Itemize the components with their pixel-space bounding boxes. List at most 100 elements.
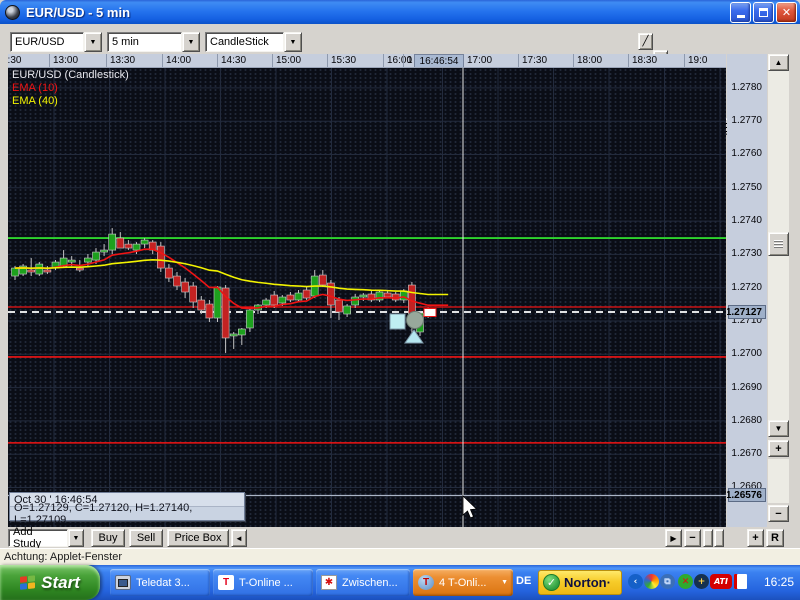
scroll-down-button[interactable]: ▼ [768, 420, 789, 437]
price-box-label: Price Box [174, 532, 222, 544]
candle-down [173, 275, 181, 287]
maximize-button[interactable] [753, 1, 774, 23]
spacer-button-2[interactable] [714, 529, 724, 547]
symbol-value: EUR/USD [10, 32, 84, 52]
time-tick-separator [628, 54, 629, 67]
buy-button[interactable]: Buy [91, 529, 125, 547]
candle-up [35, 263, 44, 275]
grip-icon [774, 240, 783, 242]
vertical-scrollbar-track[interactable] [768, 71, 789, 420]
ati-icon[interactable]: ATI [710, 574, 732, 589]
norton-label: Norton· [564, 575, 611, 590]
reset-view-button[interactable]: R [766, 529, 784, 547]
symbol-combo[interactable]: EUR/USD ▼ [10, 32, 102, 52]
network-icon[interactable]: ⧉ [660, 574, 675, 589]
task-button-tonline[interactable]: T T-Online ... [213, 569, 313, 596]
candle-down [189, 285, 197, 303]
toolbar-gap [725, 529, 746, 547]
vertical-scrollbar-thumb[interactable] [768, 232, 789, 256]
interval-combo[interactable]: 5 min ▼ [107, 32, 200, 52]
chart-type-dropdown-button[interactable]: ▼ [284, 32, 302, 52]
windows-logo-icon [20, 574, 36, 591]
task-label: Teledat 3... [136, 576, 190, 589]
vertical-zoom-track [768, 459, 789, 503]
zoom-in-horizontal-button[interactable]: + [747, 529, 764, 547]
minimize-button[interactable] [730, 1, 751, 23]
time-tick-separator [162, 54, 163, 67]
zoom-in-vertical-button[interactable]: + [768, 440, 789, 457]
chart-type-combo[interactable]: CandleStick ▼ [205, 32, 302, 52]
close-button[interactable]: ✕ [776, 1, 797, 23]
candle-up [343, 305, 351, 315]
time-tick-label: 15:00 [276, 55, 302, 66]
sell-button[interactable]: Sell [129, 529, 163, 547]
close-icon: ✕ [781, 6, 792, 19]
symbol-dropdown-button[interactable]: ▼ [84, 32, 102, 52]
color-orb-icon[interactable] [644, 574, 659, 589]
time-tick-separator [684, 54, 685, 67]
time-tick-label: 17:00 [467, 55, 493, 66]
interval-dropdown-button[interactable]: ▼ [182, 32, 200, 52]
spacer-button-1[interactable] [703, 529, 713, 547]
chevron-down-icon: ▼ [187, 38, 195, 46]
minus-icon: − [775, 507, 782, 520]
add-study-value: Add Study [8, 526, 68, 550]
cursor-time-badge: 16:46:54 [414, 54, 464, 67]
time-tick-separator [217, 54, 218, 67]
time-tick-separator [327, 54, 328, 67]
task-button-teledat[interactable]: Teledat 3... [110, 569, 210, 596]
arrow-down-icon: ▼ [774, 424, 783, 433]
price-tick-label: 1.2670 [731, 448, 762, 460]
tonline-icon: T [218, 575, 234, 590]
time-tick-separator [272, 54, 273, 67]
task-button-globe-browser[interactable]: T 4 T-Onli... ▼ [413, 569, 513, 596]
order-square-marker[interactable] [389, 313, 406, 330]
document-icon[interactable] [734, 574, 747, 589]
price-box-button[interactable]: Price Box [167, 529, 229, 547]
candlestick-chart[interactable] [8, 68, 726, 527]
globe-browser-icon: T [418, 575, 434, 590]
time-tick-label: 15:30 [331, 55, 357, 66]
norton-toolbar[interactable]: ✓ Norton· [538, 570, 622, 595]
back-circle-icon[interactable]: ‹ [628, 574, 643, 589]
taskbar-clock[interactable]: 16:25 [764, 575, 794, 589]
language-indicator[interactable]: DE [516, 575, 531, 587]
time-tick-separator [403, 54, 404, 67]
time-tick-separator [49, 54, 50, 67]
trendline-icon[interactable]: ╱ [638, 33, 653, 50]
title-bar[interactable]: EUR/USD - 5 min ✕ [0, 0, 800, 24]
candle-up [351, 296, 360, 306]
applet-window: EUR/USD - 5 min ✕ EUR/USD ▼ 5 min ▼ Cand… [0, 0, 800, 600]
price-axis[interactable]: 1.2780 1.2770 1.2760 1.2750 1.2740 1.2730 1.27… [727, 54, 767, 527]
candle-up [100, 249, 108, 253]
reset-label: R [771, 532, 779, 544]
add-study-combo[interactable]: Add Study ▼ [8, 526, 84, 550]
clipboard-splash-icon: ✱ [321, 575, 337, 590]
time-tick-label: 14:30 [221, 55, 247, 66]
add-study-dropdown-button[interactable]: ▼ [68, 529, 84, 547]
scroll-right-button[interactable]: ▶ [665, 529, 682, 547]
messenger-offline-icon[interactable]: ✕ [678, 574, 693, 589]
time-tick-separator [106, 54, 107, 67]
zoom-out-vertical-button[interactable]: − [768, 505, 789, 522]
taskbar: Start Teledat 3... T T-Online ... ✱ Zwischen… [0, 565, 800, 600]
time-axis[interactable]: 2:3013:0013:3014:0014:3015:0015:3016:001… [8, 54, 726, 68]
time-tick-label: 18:00 [577, 55, 603, 66]
globe-plus-icon[interactable]: + [694, 574, 709, 589]
task-button-clipboard-splash[interactable]: ✱ Zwischen... [316, 569, 410, 596]
chart-canvas[interactable]: EUR/USD (Candlestick) EMA (10) EMA (40) [8, 68, 726, 527]
candle-down [27, 269, 36, 273]
candle-down [286, 294, 295, 301]
bottom-toolbar: Add Study ▼ Buy Sell Price Box ◄ ▶ − + R [0, 526, 800, 550]
order-circle-marker[interactable] [406, 311, 424, 329]
scroll-up-button[interactable]: ▲ [768, 54, 789, 71]
scroll-left-button[interactable]: ◄ [231, 529, 247, 547]
time-tick-separator [573, 54, 574, 67]
task-dropdown-icon[interactable]: ▼ [497, 579, 508, 586]
start-label: Start [41, 572, 80, 592]
task-label: 4 T-Onli... [439, 576, 487, 589]
start-button[interactable]: Start [0, 565, 100, 600]
plus-icon: + [775, 442, 782, 455]
zoom-out-horizontal-button[interactable]: − [684, 529, 701, 547]
price-tick-label: 1.2780 [731, 81, 762, 93]
